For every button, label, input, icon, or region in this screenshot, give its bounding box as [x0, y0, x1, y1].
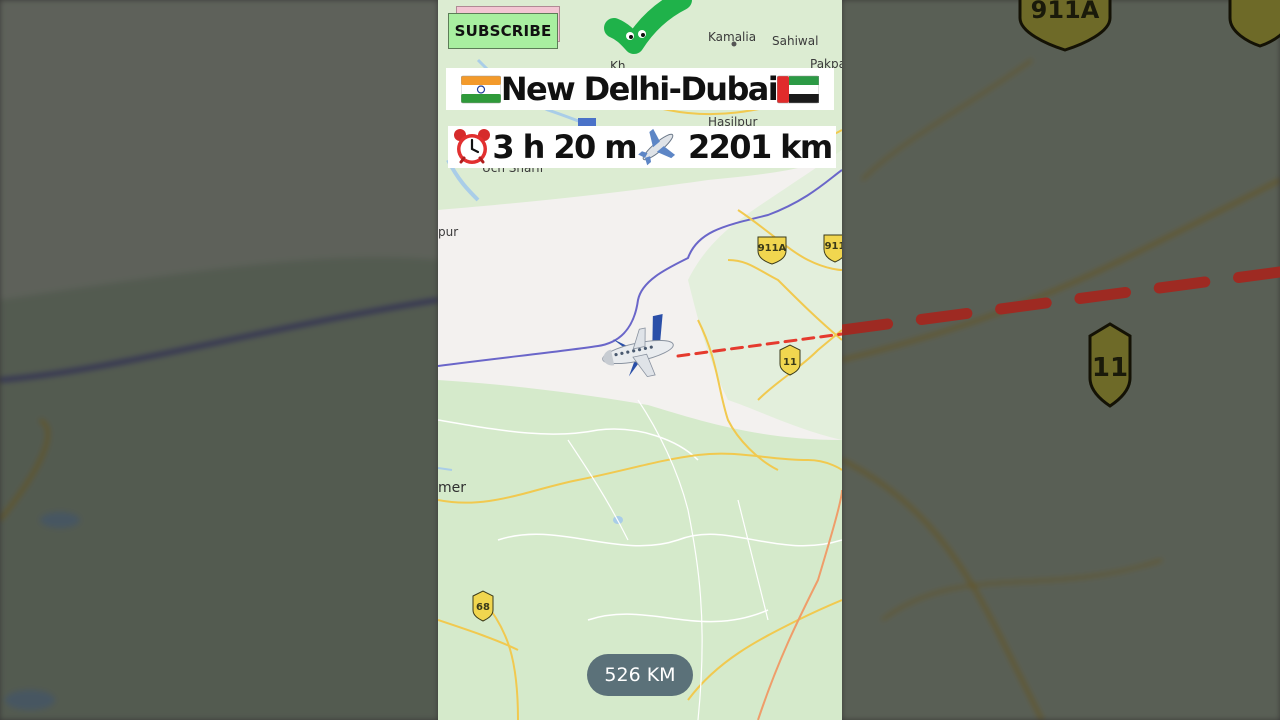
map-view[interactable]: Kamalia Sahiwal Pakpa g Kh Hasilpur Uch …: [438, 0, 842, 720]
distance-scale-badge: 526 KM: [587, 654, 693, 696]
svg-text:11: 11: [1092, 353, 1128, 383]
place-mer: mer: [438, 480, 466, 496]
route-shield-68: 68: [472, 590, 494, 622]
subscribe-button[interactable]: SUBSCRIBE: [448, 13, 558, 49]
video-frame: 911A 11 Kamalia Sahiwal Pakp g Kh Hasilp…: [0, 0, 1280, 720]
svg-text:911: 911: [825, 241, 842, 252]
distance-scale-label: 526 KM: [604, 664, 676, 686]
route-shield-911a-zoomed: 911A: [1018, 0, 1112, 52]
flight-path-zoomed: [842, 266, 1280, 336]
alarm-clock-icon: [452, 128, 492, 166]
svg-text:68: 68: [476, 602, 490, 613]
trip-distance: 2201 km: [687, 128, 833, 166]
route-shield-partial-zoomed: [1228, 0, 1280, 48]
right-blurred-background: 911A 11: [842, 0, 1280, 720]
airplane-emoji-icon: [636, 128, 680, 166]
place-sahiwal: Sahiwal: [772, 34, 818, 48]
route-destination: Dubai: [680, 70, 778, 108]
route-shield-11-zoomed: 11: [1088, 322, 1132, 408]
svg-text:11: 11: [783, 357, 797, 368]
place-pur: pur: [438, 225, 458, 239]
uae-flag-icon: [777, 74, 820, 104]
route-origin: New Delhi: [500, 70, 670, 108]
route-shield-11: 11: [779, 344, 801, 376]
route-title: New Delhi - Dubai: [446, 68, 834, 110]
svg-text:911A: 911A: [758, 243, 787, 254]
left-blurred-background: [0, 0, 438, 720]
svg-text:911A: 911A: [1031, 0, 1100, 24]
india-flag-icon: [460, 74, 501, 104]
subscribe-widget[interactable]: SUBSCRIBE: [448, 6, 560, 49]
route-separator: -: [668, 70, 682, 108]
place-kamalia: Kamalia: [708, 30, 756, 44]
trip-stats: 3 h 20 m 2201 km: [448, 126, 836, 168]
trip-duration: 3 h 20 m: [492, 128, 637, 166]
